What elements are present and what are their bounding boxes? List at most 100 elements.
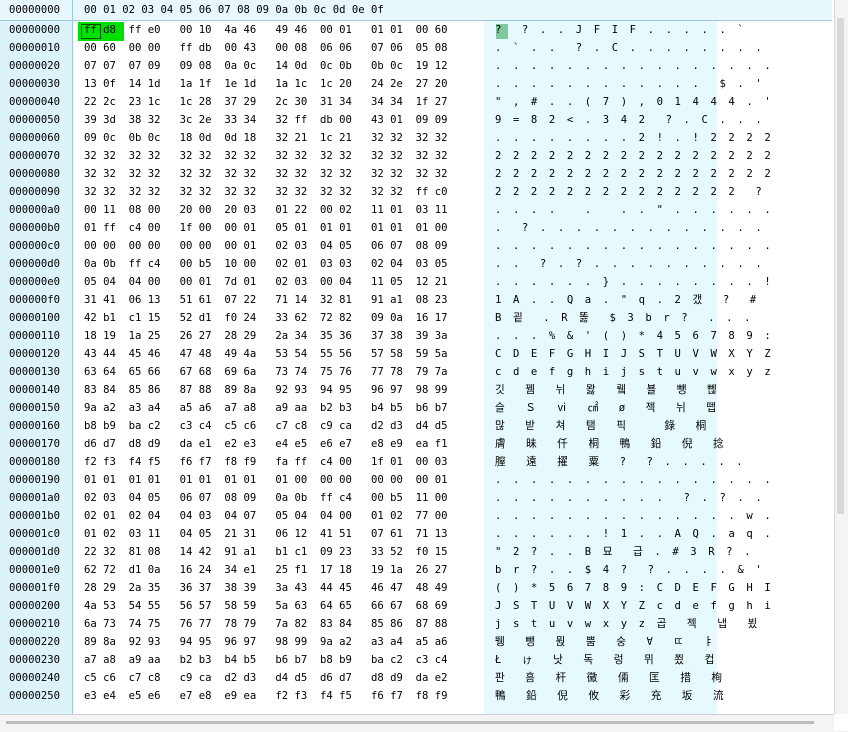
ascii-text[interactable]: c d e f g h i j s t u v w x y z [495, 363, 773, 381]
hex-row[interactable]: 000001c0 01 02 03 11 04 05 21 31 06 12 41… [0, 525, 832, 543]
ascii-text[interactable]: . ? . . . . . . . . . . . . . [495, 219, 764, 237]
hex-row[interactable]: 00000240 c5 c6 c7 c8 c9 ca d2 d3 d4 d5 d6… [0, 669, 832, 687]
ascii-text[interactable]: 1 A . . Q a . " q . 2 갰 ? # [495, 291, 759, 309]
hex-bytes[interactable]: 62 72 d1 0a 16 24 34 e1 25 f1 17 18 19 1… [84, 561, 448, 579]
hex-row[interactable]: 00000230 a7 a8 a9 aa b2 b3 b4 b5 b6 b7 b8… [0, 651, 832, 669]
hex-row[interactable]: 00000130 63 64 65 66 67 68 69 6a 73 74 75… [0, 363, 832, 381]
hex-bytes[interactable]: 43 44 45 46 47 48 49 4a 53 54 55 56 57 5… [84, 345, 448, 363]
hex-bytes[interactable]: 9a a2 a3 a4 a5 a6 a7 a8 a9 aa b2 b3 b4 b… [84, 399, 448, 417]
hex-row[interactable]: 000001a0 02 03 04 05 06 07 08 09 0a 0b ff… [0, 489, 832, 507]
hex-bytes[interactable]: 32 32 32 32 32 32 32 32 32 32 32 32 32 3… [84, 183, 448, 201]
hex-bytes[interactable]: 4a 53 54 55 56 57 58 59 5a 63 64 65 66 6… [84, 597, 448, 615]
hex-bytes[interactable]: e3 e4 e5 e6 e7 e8 e9 ea f2 f3 f4 f5 f6 f… [84, 687, 448, 705]
hex-bytes[interactable]: 13 0f 14 1d 1a 1f 1e 1d 1a 1c 1c 20 24 2… [84, 75, 448, 93]
horizontal-scrollbar-thumb[interactable] [6, 721, 814, 724]
hex-row[interactable]: 00000010 00 60 00 00 ff db 00 43 00 08 06… [0, 39, 832, 57]
hex-row[interactable]: 00000070 32 32 32 32 32 32 32 32 32 32 32… [0, 147, 832, 165]
hex-bytes[interactable]: 22 2c 23 1c 1c 28 37 29 2c 30 31 34 34 3… [84, 93, 448, 111]
hex-bytes[interactable]: 42 b1 c1 15 52 d1 f0 24 33 62 72 82 09 0… [84, 309, 448, 327]
ascii-text[interactable]: . ` . . ? . C . . . . . . . . [495, 39, 764, 57]
hex-row[interactable]: 00000110 18 19 1a 25 26 27 28 29 2a 34 35… [0, 327, 832, 345]
ascii-text[interactable]: . . ? . ? . . . . . . . . . . [495, 255, 764, 273]
hex-row[interactable]: 00000040 22 2c 23 1c 1c 28 37 29 2c 30 31… [0, 93, 832, 111]
hex-bytes[interactable]: f2 f3 f4 f5 f6 f7 f8 f9 fa ff c4 00 1f 0… [84, 453, 448, 471]
hex-bytes[interactable]: 22 32 81 08 14 42 91 a1 b1 c1 09 23 33 5… [84, 543, 448, 561]
hex-row[interactable]: 000000d0 0a 0b ff c4 00 b5 10 00 02 01 03… [0, 255, 832, 273]
hex-bytes[interactable]: 6a 73 74 75 76 77 78 79 7a 82 83 84 85 8… [84, 615, 448, 633]
hex-bytes[interactable]: a7 a8 a9 aa b2 b3 b4 b5 b6 b7 b8 b9 ba c… [84, 651, 448, 669]
ascii-text[interactable]: 2 2 2 2 2 2 2 2 2 2 2 2 2 2 2 2 [495, 147, 773, 165]
hex-bytes[interactable]: 01 02 03 11 04 05 21 31 06 12 41 51 07 6… [84, 525, 448, 543]
ascii-text[interactable]: . . . . . . ! 1 . . A Q . a q . [495, 525, 773, 543]
ascii-text[interactable]: 판 흠 杆 黴 倆 匡 措 栒 [495, 669, 725, 687]
ascii-text[interactable]: j s t u v w x y z 곱 젝 냅 뵜 [495, 615, 760, 633]
hex-bytes[interactable]: 31 41 06 13 51 61 07 22 71 14 32 81 91 a… [84, 291, 448, 309]
ascii-text[interactable]: . . . % & ' ( ) * 4 5 6 7 8 9 : [495, 327, 773, 345]
ascii-text[interactable]: b r ? . . $ 4 ? ? . . . . & ' [495, 561, 764, 579]
hex-row[interactable]: 00000020 07 07 07 09 09 08 0a 0c 14 0d 0c… [0, 57, 832, 75]
hex-row[interactable]: 00000000 ff d8 ff e0 00 10 4a 46 49 46 00… [0, 21, 832, 39]
ascii-text[interactable]: " , # . . ( 7 ) , 0 1 4 4 4 . ' [495, 93, 773, 111]
hex-row[interactable]: 00000050 39 3d 38 32 3c 2e 33 34 32 ff db… [0, 111, 832, 129]
hex-row[interactable]: 00000140 83 84 85 86 87 88 89 8a 92 93 94… [0, 381, 832, 399]
ascii-text[interactable]: . . . . . . . . . . . . . . . . [495, 237, 773, 255]
hex-row[interactable]: 00000060 09 0c 0b 0c 18 0d 0d 18 32 21 1c… [0, 129, 832, 147]
ascii-text[interactable]: 膣 遠 擢 粟 ? ? . . . . . [495, 453, 745, 471]
ascii-text[interactable]: 2 2 2 2 2 2 2 2 2 2 2 2 2 2 2 2 [495, 165, 773, 183]
ascii-text[interactable]: . . . . . . . . . . . . . . . . [495, 57, 773, 75]
ascii-text[interactable]: . . . . . . . . . . ? . ? . . [495, 489, 764, 507]
hex-viewer[interactable]: 00000000 00 01 02 03 04 05 06 07 08 09 0… [0, 0, 848, 732]
hex-row[interactable]: 00000120 43 44 45 46 47 48 49 4a 53 54 55… [0, 345, 832, 363]
ascii-text[interactable]: . . . . . . . . . . . . . . . . [495, 471, 773, 489]
hex-row[interactable]: 00000150 9a a2 a3 a4 a5 a6 a7 a8 a9 aa b2… [0, 399, 832, 417]
hex-row[interactable]: 00000030 13 0f 14 1d 1a 1f 1e 1d 1a 1c 1c… [0, 75, 832, 93]
hex-row[interactable]: 000001e0 62 72 d1 0a 16 24 34 e1 25 f1 17… [0, 561, 832, 579]
hex-bytes[interactable]: 32 32 32 32 32 32 32 32 32 32 32 32 32 3… [84, 147, 448, 165]
hex-row[interactable]: 00000170 d6 d7 d8 d9 da e1 e2 e3 e4 e5 e6… [0, 435, 832, 453]
ascii-text[interactable]: " 2 ? . . B 묘 급 . # 3 R ? . [495, 543, 753, 561]
ascii-text[interactable]: 9 = 8 2 < . 3 4 2 ? . C . . . [495, 111, 764, 129]
hex-bytes[interactable]: ff d8 ff e0 00 10 4a 46 49 46 00 01 01 0… [84, 21, 448, 39]
hex-row[interactable]: 00000080 32 32 32 32 32 32 32 32 32 32 32… [0, 165, 832, 183]
ascii-text[interactable]: 깃 뀀 뉘 뫓 뤸 뵬 뺑 뻲 [495, 381, 719, 399]
hex-row[interactable]: 00000090 32 32 32 32 32 32 32 32 32 32 32… [0, 183, 832, 201]
hex-row[interactable]: 00000200 4a 53 54 55 56 57 58 59 5a 63 64… [0, 597, 832, 615]
ascii-text[interactable]: ( ) * 5 6 7 8 9 : C D E F G H I [495, 579, 773, 597]
hex-row[interactable]: 000000b0 01 ff c4 00 1f 00 00 01 05 01 01… [0, 219, 832, 237]
ascii-text[interactable]: ? ? . . J F I F . . . . . ` [495, 21, 746, 39]
hex-bytes[interactable]: 01 01 01 01 01 01 01 01 01 00 00 00 00 0… [84, 471, 448, 489]
hex-bytes[interactable]: 00 60 00 00 ff db 00 43 00 08 06 06 07 0… [84, 39, 448, 57]
hex-bytes[interactable]: 0a 0b ff c4 00 b5 10 00 02 01 03 03 02 0… [84, 255, 448, 273]
hex-row[interactable]: 000001b0 02 01 02 04 04 03 04 07 05 04 04… [0, 507, 832, 525]
hex-bytes[interactable]: 83 84 85 86 87 88 89 8a 92 93 94 95 96 9… [84, 381, 448, 399]
hex-bytes[interactable]: b8 b9 ba c2 c3 c4 c5 c6 c7 c8 c9 ca d2 d… [84, 417, 448, 435]
ascii-text[interactable]: 뛩 뺑 뮍 뿜 숭 ∀ ㄸ ㅑ [495, 633, 716, 651]
ascii-text[interactable]: 슬 Ｓ ⅵ ㎠ ø 젝 뉘 뗍 [495, 399, 719, 417]
hex-bytes[interactable]: 39 3d 38 32 3c 2e 33 34 32 ff db 00 43 0… [84, 111, 448, 129]
ascii-text[interactable]: 2 2 2 2 2 2 2 2 2 2 2 2 2 2 ? [495, 183, 764, 201]
hex-row[interactable]: 000001d0 22 32 81 08 14 42 91 a1 b1 c1 09… [0, 543, 832, 561]
hex-row[interactable]: 00000160 b8 b9 ba c2 c3 c4 c5 c6 c7 c8 c9… [0, 417, 832, 435]
hex-row[interactable]: 00000100 42 b1 c1 15 52 d1 f0 24 33 62 72… [0, 309, 832, 327]
ascii-text[interactable]: . . . . . . . . 2 ! . ! 2 2 2 2 [495, 129, 773, 147]
hex-bytes[interactable]: 07 07 07 09 09 08 0a 0c 14 0d 0c 0b 0b 0… [84, 57, 448, 75]
hex-bytes[interactable]: 00 00 00 00 00 00 00 01 02 03 04 05 06 0… [84, 237, 448, 255]
ascii-text[interactable]: Ł ゖ 낫 독 렁 뮈 쬤 컵 [495, 651, 717, 669]
hex-bytes[interactable]: 01 ff c4 00 1f 00 00 01 05 01 01 01 01 0… [84, 219, 448, 237]
hex-bytes[interactable]: 02 01 02 04 04 03 04 07 05 04 04 00 01 0… [84, 507, 448, 525]
ascii-text[interactable]: 膚 昧 仟 桐 鴨 鉛 倪 捻 [495, 435, 726, 453]
ascii-text[interactable]: 많 받 쳐 탬 픽 錄 桐 [495, 417, 709, 435]
hex-row[interactable]: 00000250 e3 e4 e5 e6 e7 e8 e9 ea f2 f3 f4… [0, 687, 832, 705]
hex-bytes[interactable]: 32 32 32 32 32 32 32 32 32 32 32 32 32 3… [84, 165, 448, 183]
hex-bytes[interactable]: 28 29 2a 35 36 37 38 39 3a 43 44 45 46 4… [84, 579, 448, 597]
ascii-text[interactable]: . . . . . . . . . . . . . . w . [495, 507, 773, 525]
vertical-scrollbar-thumb[interactable] [837, 18, 844, 514]
hex-bytes[interactable]: d6 d7 d8 d9 da e1 e2 e3 e4 e5 e6 e7 e8 e… [84, 435, 448, 453]
ascii-text[interactable]: . . . . . . . . . . . . $ . ' [495, 75, 764, 93]
ascii-text[interactable]: J S T U V W X Y Z c d e f g h i [495, 597, 773, 615]
hex-rows[interactable]: 00000000 ff d8 ff e0 00 10 4a 46 49 46 00… [0, 21, 832, 714]
hex-row[interactable]: 00000190 01 01 01 01 01 01 01 01 01 00 00… [0, 471, 832, 489]
hex-row[interactable]: 000000a0 00 11 08 00 20 00 20 03 01 22 00… [0, 201, 832, 219]
hex-bytes[interactable]: 00 11 08 00 20 00 20 03 01 22 00 02 11 0… [84, 201, 448, 219]
hex-bytes[interactable]: 89 8a 92 93 94 95 96 97 98 99 9a a2 a3 a… [84, 633, 448, 651]
